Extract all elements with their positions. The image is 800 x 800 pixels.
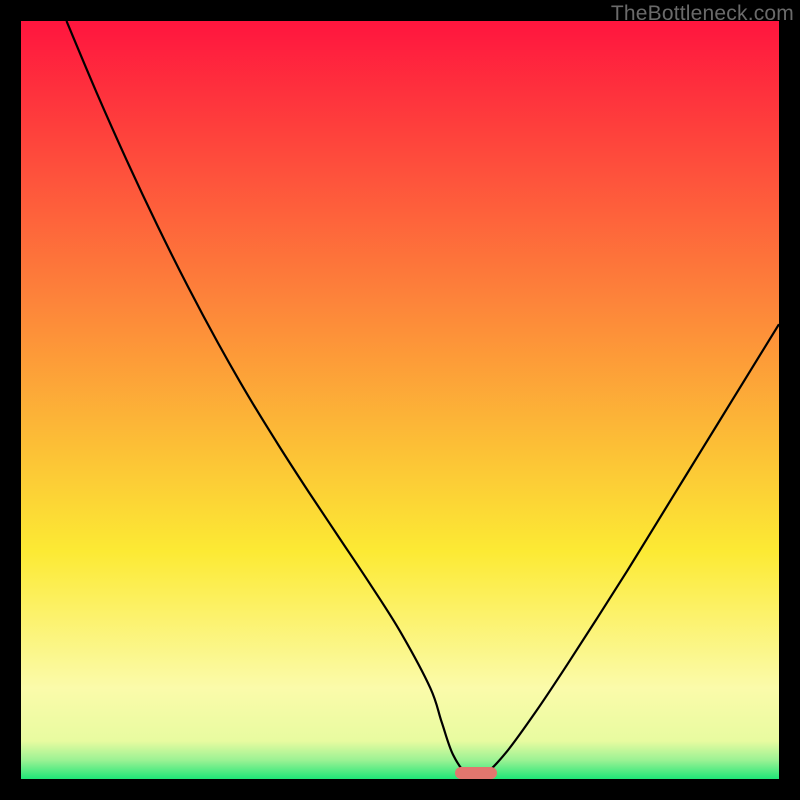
plot-area [21,21,779,779]
optimum-marker [455,767,497,779]
bottleneck-curve [21,21,779,779]
watermark-text: TheBottleneck.com [611,2,794,26]
